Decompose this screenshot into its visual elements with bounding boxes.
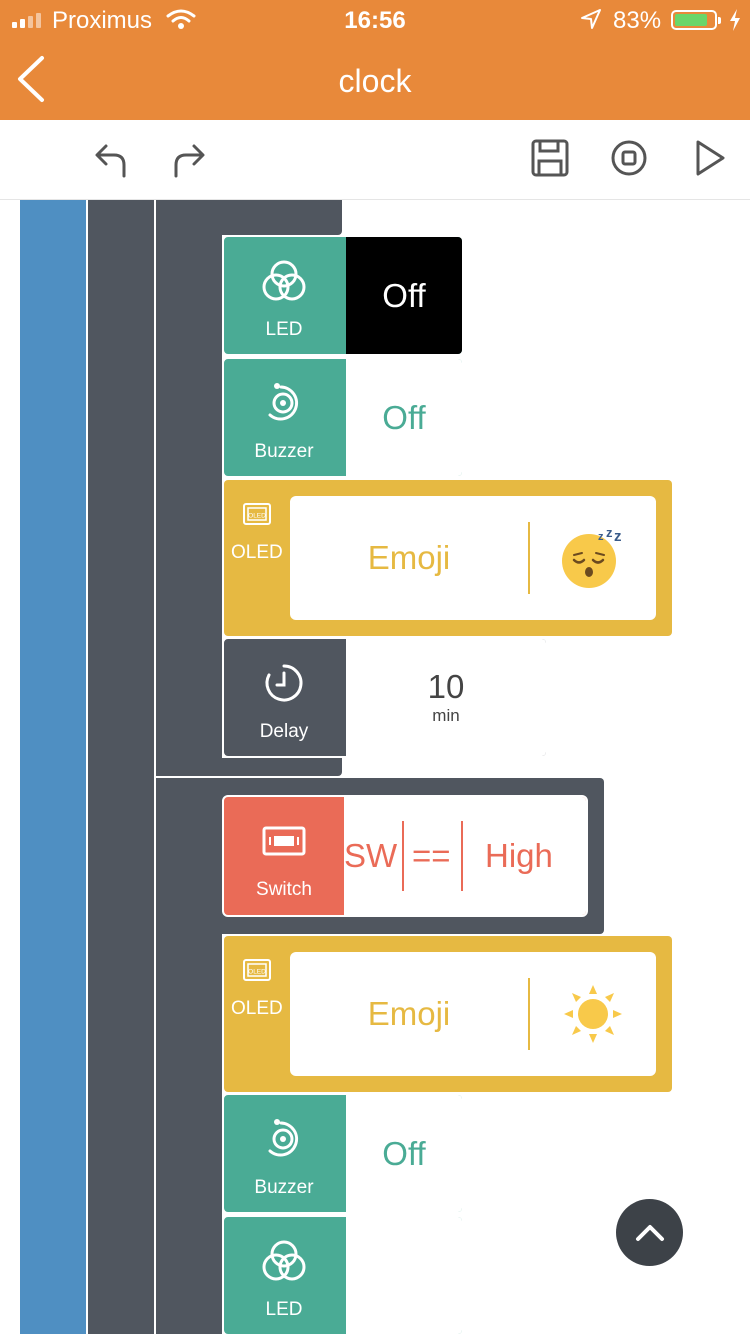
delay-block[interactable]: Delay 10 min xyxy=(222,637,548,758)
condition-right[interactable]: High xyxy=(485,797,553,915)
delay-unit: min xyxy=(432,705,460,725)
buzzer-block-name: Buzzer xyxy=(254,1177,314,1198)
oled-block[interactable]: OLED OLED Emoji z z z xyxy=(224,480,672,636)
chevron-up-icon xyxy=(635,1224,664,1241)
buzzer-icon xyxy=(268,383,299,421)
play-icon[interactable] xyxy=(690,138,730,178)
oled-mode[interactable]: Emoji xyxy=(290,496,528,620)
svg-text:z: z xyxy=(606,527,613,540)
oled-emoji[interactable]: z z z xyxy=(530,496,656,620)
oled-mode[interactable]: Emoji xyxy=(290,952,528,1076)
condition-left[interactable]: SW xyxy=(344,797,397,915)
oled-icon: OLED xyxy=(243,959,271,981)
oled-panel[interactable]: Emoji xyxy=(290,952,656,1076)
buzzer-icon xyxy=(268,1119,299,1157)
svg-text:z: z xyxy=(614,528,622,545)
battery-percent: 83% xyxy=(613,7,662,34)
block-workspace[interactable]: else LED Off xyxy=(0,200,750,1334)
led-block-name: LED xyxy=(265,1299,303,1320)
led-block[interactable]: LED Off xyxy=(222,235,464,356)
stop-icon[interactable] xyxy=(609,138,649,178)
buzzer-block-2[interactable]: Buzzer Off xyxy=(222,1093,464,1214)
switch-block-name: Switch xyxy=(256,879,312,900)
delay-value: 10 xyxy=(427,667,465,705)
oled-icon: OLED xyxy=(243,503,271,525)
page-title: clock xyxy=(338,63,412,99)
svg-text:OLED: OLED xyxy=(248,513,266,520)
switch-icon xyxy=(262,826,306,856)
if-else-block-body xyxy=(88,200,154,1334)
led-value[interactable]: Off xyxy=(346,237,462,354)
condition-divider-1 xyxy=(402,821,404,891)
scroll-to-top-button[interactable] xyxy=(616,1199,683,1266)
switch-condition-block[interactable]: Switch SW == High xyxy=(222,795,588,917)
charging-bolt-icon xyxy=(730,9,740,31)
undo-icon[interactable] xyxy=(92,138,132,178)
oled-panel[interactable]: Emoji z z z xyxy=(290,496,656,620)
if-bracket xyxy=(156,778,222,1334)
sleeping-emoji-icon: z z z xyxy=(562,527,622,588)
sun-icon xyxy=(564,985,622,1043)
buzzer-block-name: Buzzer xyxy=(254,441,314,462)
location-arrow-icon xyxy=(581,9,601,29)
loop-block-body xyxy=(20,200,86,1334)
timer-icon xyxy=(265,664,303,702)
buzzer-block[interactable]: Buzzer Off xyxy=(222,357,464,478)
save-icon[interactable] xyxy=(530,138,570,178)
condition-divider-2 xyxy=(461,821,463,891)
led-rgb-icon xyxy=(262,260,306,301)
led-block-name: LED xyxy=(265,319,303,340)
svg-text:z: z xyxy=(598,531,604,543)
battery-icon xyxy=(671,10,721,30)
header-bar: Proximus 16:56 83% clock xyxy=(0,0,750,120)
svg-text:OLED: OLED xyxy=(248,969,266,976)
delay-block-name: Delay xyxy=(259,721,309,742)
led-rgb-icon xyxy=(262,1240,306,1281)
condition-operator[interactable]: == xyxy=(412,797,451,915)
else-footer xyxy=(156,758,342,776)
buzzer-value[interactable]: Off xyxy=(346,1095,462,1212)
else-bracket xyxy=(156,200,222,776)
redo-icon[interactable] xyxy=(168,138,208,178)
status-bar: Proximus 16:56 83% xyxy=(0,0,750,40)
oled-block-2[interactable]: OLED OLED Emoji xyxy=(224,936,672,1092)
oled-emoji[interactable] xyxy=(530,952,656,1076)
switch-condition-field[interactable]: SW == High xyxy=(344,797,586,915)
led-value[interactable] xyxy=(346,1217,462,1334)
led-block-2[interactable]: LED xyxy=(222,1215,464,1334)
delay-value-field[interactable]: 10 min xyxy=(346,639,546,756)
oled-block-name: OLED xyxy=(231,542,283,563)
editor-toolbar xyxy=(0,120,750,200)
oled-block-name: OLED xyxy=(231,998,283,1019)
buzzer-value[interactable]: Off xyxy=(346,359,462,476)
